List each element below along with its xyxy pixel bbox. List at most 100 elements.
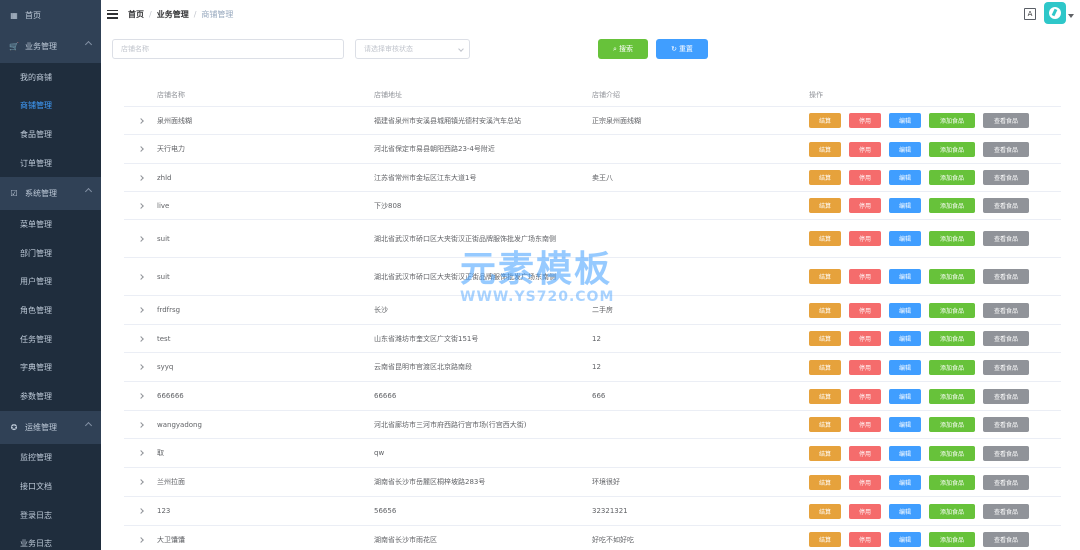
sidebar-group-ops[interactable]: ✪ 运维管理: [0, 411, 101, 444]
sidebar-item-department[interactable]: 部门管理: [0, 239, 101, 268]
disable-button[interactable]: 停用: [849, 302, 881, 318]
edit-button[interactable]: 编辑: [889, 269, 921, 284]
disable-button[interactable]: 停用: [849, 113, 881, 128]
expand-cell[interactable]: [124, 235, 157, 242]
expand-cell[interactable]: [124, 508, 157, 514]
sidebar-item-order-management[interactable]: 订单管理: [0, 149, 101, 178]
view-food-button[interactable]: 查看食品: [983, 269, 1029, 284]
add-food-button[interactable]: 添加食品: [929, 388, 975, 404]
disable-button[interactable]: 停用: [849, 170, 881, 185]
disable-button[interactable]: 停用: [849, 141, 881, 157]
sidebar-group-system[interactable]: ☑ 系统管理: [0, 177, 101, 210]
add-food-button[interactable]: 添加食品: [929, 474, 975, 490]
expand-cell[interactable]: [124, 450, 157, 456]
add-food-button[interactable]: 添加食品: [929, 359, 975, 375]
view-food-button[interactable]: 查看食品: [983, 417, 1029, 432]
view-food-button[interactable]: 查看食品: [983, 388, 1029, 404]
view-food-button[interactable]: 查看食品: [983, 141, 1029, 157]
view-food-button[interactable]: 查看食品: [983, 113, 1029, 128]
expand-cell[interactable]: [124, 307, 157, 313]
edit-button[interactable]: 编辑: [889, 359, 921, 375]
expand-cell[interactable]: [124, 117, 157, 124]
edit-button[interactable]: 编辑: [889, 113, 921, 128]
add-food-button[interactable]: 添加食品: [929, 170, 975, 185]
disable-button[interactable]: 停用: [849, 231, 881, 246]
caret-down-icon[interactable]: [1068, 14, 1074, 18]
sidebar-item-login-log[interactable]: 登录日志: [0, 501, 101, 530]
settle-button[interactable]: 结算: [809, 503, 841, 519]
disable-button[interactable]: 停用: [849, 474, 881, 490]
settle-button[interactable]: 结算: [809, 417, 841, 432]
settle-button[interactable]: 结算: [809, 445, 841, 461]
disable-button[interactable]: 停用: [849, 331, 881, 346]
view-food-button[interactable]: 查看食品: [983, 198, 1029, 213]
expand-cell[interactable]: [124, 421, 157, 428]
settle-button[interactable]: 结算: [809, 269, 841, 284]
expand-cell[interactable]: [124, 479, 157, 485]
disable-button[interactable]: 停用: [849, 388, 881, 404]
expand-cell[interactable]: [124, 335, 157, 342]
add-food-button[interactable]: 添加食品: [929, 231, 975, 246]
expand-cell[interactable]: [124, 364, 157, 370]
view-food-button[interactable]: 查看食品: [983, 445, 1029, 461]
sidebar-item-user[interactable]: 用户管理: [0, 268, 101, 297]
sidebar-item-my-shop[interactable]: 我的商铺: [0, 63, 101, 92]
view-food-button[interactable]: 查看食品: [983, 231, 1029, 246]
breadcrumb-home[interactable]: 首页: [128, 9, 144, 20]
add-food-button[interactable]: 添加食品: [929, 532, 975, 547]
add-food-button[interactable]: 添加食品: [929, 198, 975, 213]
settle-button[interactable]: 结算: [809, 198, 841, 213]
settle-button[interactable]: 结算: [809, 231, 841, 246]
add-food-button[interactable]: 添加食品: [929, 302, 975, 318]
edit-button[interactable]: 编辑: [889, 231, 921, 246]
add-food-button[interactable]: 添加食品: [929, 269, 975, 284]
sidebar-item-food-management[interactable]: 食品管理: [0, 120, 101, 149]
sidebar-group-business[interactable]: 🛒 业务管理: [0, 30, 101, 63]
expand-cell[interactable]: [124, 393, 157, 399]
sidebar-item-task[interactable]: 任务管理: [0, 325, 101, 354]
edit-button[interactable]: 编辑: [889, 445, 921, 461]
view-food-button[interactable]: 查看食品: [983, 474, 1029, 490]
disable-button[interactable]: 停用: [849, 417, 881, 432]
disable-button[interactable]: 停用: [849, 445, 881, 461]
audit-status-select[interactable]: 请选择审核状态: [355, 39, 470, 59]
edit-button[interactable]: 编辑: [889, 331, 921, 346]
edit-button[interactable]: 编辑: [889, 474, 921, 490]
settle-button[interactable]: 结算: [809, 388, 841, 404]
view-food-button[interactable]: 查看食品: [983, 302, 1029, 318]
translate-icon[interactable]: A: [1024, 8, 1036, 20]
settle-button[interactable]: 结算: [809, 113, 841, 128]
shop-name-input[interactable]: 店铺名称: [112, 39, 344, 59]
add-food-button[interactable]: 添加食品: [929, 331, 975, 346]
view-food-button[interactable]: 查看食品: [983, 532, 1029, 547]
sidebar-item-home[interactable]: ▦ 首页: [0, 0, 101, 30]
edit-button[interactable]: 编辑: [889, 503, 921, 519]
expand-cell[interactable]: [124, 174, 157, 181]
sidebar-item-params[interactable]: 参数管理: [0, 382, 101, 411]
disable-button[interactable]: 停用: [849, 503, 881, 519]
edit-button[interactable]: 编辑: [889, 532, 921, 547]
edit-button[interactable]: 编辑: [889, 141, 921, 157]
settle-button[interactable]: 结算: [809, 302, 841, 318]
reset-button[interactable]: ↻ 重置: [656, 39, 708, 59]
edit-button[interactable]: 编辑: [889, 198, 921, 213]
add-food-button[interactable]: 添加食品: [929, 445, 975, 461]
sidebar-item-api-docs[interactable]: 接口文档: [0, 472, 101, 501]
settle-button[interactable]: 结算: [809, 141, 841, 157]
edit-button[interactable]: 编辑: [889, 302, 921, 318]
view-food-button[interactable]: 查看食品: [983, 503, 1029, 519]
expand-cell[interactable]: [124, 273, 157, 280]
hamburger-icon[interactable]: [107, 9, 118, 19]
disable-button[interactable]: 停用: [849, 198, 881, 213]
expand-cell[interactable]: [124, 146, 157, 152]
expand-cell[interactable]: [124, 536, 157, 543]
settle-button[interactable]: 结算: [809, 532, 841, 547]
add-food-button[interactable]: 添加食品: [929, 141, 975, 157]
sidebar-item-role[interactable]: 角色管理: [0, 296, 101, 325]
add-food-button[interactable]: 添加食品: [929, 503, 975, 519]
settle-button[interactable]: 结算: [809, 331, 841, 346]
settle-button[interactable]: 结算: [809, 359, 841, 375]
search-button[interactable]: ⌕ 搜索: [598, 39, 648, 59]
view-food-button[interactable]: 查看食品: [983, 331, 1029, 346]
sidebar-item-business-log[interactable]: 业务日志: [0, 529, 101, 550]
